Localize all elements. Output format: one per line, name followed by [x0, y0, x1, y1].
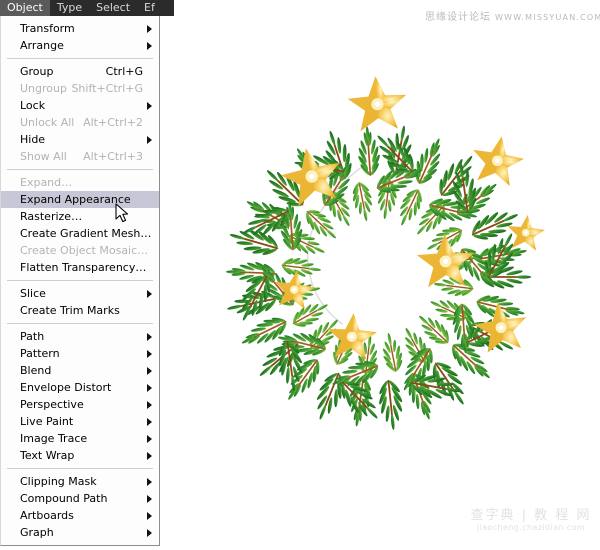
submenu-arrow-icon — [147, 528, 152, 537]
menu-separator — [7, 58, 153, 59]
submenu-arrow-icon — [147, 434, 152, 443]
menu-item-label: Lock — [20, 99, 46, 112]
star-upper-right — [468, 132, 527, 188]
menu-item-label: Group — [20, 65, 54, 78]
menu-item-label: Blend — [20, 364, 52, 377]
star-top — [346, 74, 409, 132]
menu-item-shortcut: Alt+Ctrl+3 — [83, 150, 143, 163]
menu-item-expand: Expand… — [1, 174, 159, 191]
menu-item-artboards[interactable]: Artboards — [1, 507, 159, 524]
menu-item-label: Live Paint — [20, 415, 74, 428]
menu-item-label: Slice — [20, 287, 46, 300]
menu-item-text-wrap[interactable]: Text Wrap — [1, 447, 159, 464]
menu-item-create-gradient-mesh[interactable]: Create Gradient Mesh… — [1, 225, 159, 242]
submenu-arrow-icon — [147, 511, 152, 520]
menu-item-image-trace[interactable]: Image Trace — [1, 430, 159, 447]
menu-item-flatten-transparency[interactable]: Flatten Transparency… — [1, 259, 159, 276]
menu-item-transform[interactable]: Transform — [1, 20, 159, 37]
menu-item-label: Arrange — [20, 39, 64, 52]
menu-item-label: Path — [20, 330, 45, 343]
watermark-bottom-cn: 查字典 | 教 程 网 — [470, 508, 592, 523]
menu-item-label: Show All — [20, 150, 67, 163]
menu-item-label: Clipping Mask — [20, 475, 97, 488]
menu-separator — [7, 468, 153, 469]
menubar-item-type[interactable]: Type — [50, 0, 89, 16]
menu-item-shortcut: Ctrl+G — [105, 65, 143, 78]
submenu-arrow-icon — [147, 417, 152, 426]
illustrator-window: 思缘设计论坛 WWW.MISSYUAN.COM 查字典 | 教 程 网 jiaoc… — [0, 0, 600, 550]
submenu-arrow-icon — [147, 101, 152, 110]
menu-item-label: Image Trace — [20, 432, 88, 445]
menu-item-label: Hide — [20, 133, 46, 146]
christmas-wreath-artwork[interactable] — [155, 12, 600, 542]
menu-item-create-object-mosaic: Create Object Mosaic… — [1, 242, 159, 259]
watermark-top: 思缘设计论坛 WWW.MISSYUAN.COM — [425, 8, 600, 23]
menu-item-label: Expand… — [20, 176, 73, 189]
submenu-arrow-icon — [147, 383, 152, 392]
object-menu-dropdown[interactable]: Transform Arrange Group Ctrl+G Ungroup S… — [0, 16, 160, 546]
menu-item-clipping-mask[interactable]: Clipping Mask — [1, 473, 159, 490]
menu-item-label: Create Gradient Mesh… — [20, 227, 152, 240]
menu-item-compound-path[interactable]: Compound Path — [1, 490, 159, 507]
menu-item-label: Create Object Mosaic… — [20, 244, 149, 257]
menu-item-arrange[interactable]: Arrange — [1, 37, 159, 54]
menu-item-label: Create Trim Marks — [20, 304, 120, 317]
menu-item-blend[interactable]: Blend — [1, 362, 159, 379]
menu-item-live-paint[interactable]: Live Paint — [1, 413, 159, 430]
menu-separator — [7, 323, 153, 324]
submenu-arrow-icon — [147, 349, 152, 358]
submenu-arrow-icon — [147, 135, 152, 144]
menu-item-rasterize[interactable]: Rasterize… — [1, 208, 159, 225]
menu-item-label: Transform — [20, 22, 75, 35]
menu-item-create-trim-marks[interactable]: Create Trim Marks — [1, 302, 159, 319]
menu-item-label: Ungroup — [20, 82, 67, 95]
menu-item-label: Unlock All — [20, 116, 75, 129]
application-menu-bar[interactable]: Object Type Select Ef — [0, 0, 174, 16]
submenu-arrow-icon — [147, 477, 152, 486]
menu-item-envelope-distort[interactable]: Envelope Distort — [1, 379, 159, 396]
menu-item-lock[interactable]: Lock — [1, 97, 159, 114]
menu-item-pattern[interactable]: Pattern — [1, 345, 159, 362]
menu-item-show-all: Show All Alt+Ctrl+3 — [1, 148, 159, 165]
submenu-arrow-icon — [147, 366, 152, 375]
submenu-arrow-icon — [147, 451, 152, 460]
menu-item-path[interactable]: Path — [1, 328, 159, 345]
menu-item-label: Perspective — [20, 398, 84, 411]
menu-item-label: Compound Path — [20, 492, 108, 505]
menu-item-expand-appearance[interactable]: Expand Appearance — [1, 191, 159, 208]
watermark-bottom-url: jiaocheng.chazidian.com — [476, 523, 586, 532]
submenu-arrow-icon — [147, 494, 152, 503]
watermark-bottom: 查字典 | 教 程 网 jiaocheng.chazidian.com — [468, 508, 594, 533]
submenu-arrow-icon — [147, 24, 152, 33]
menu-item-graph[interactable]: Graph — [1, 524, 159, 541]
menu-separator — [7, 169, 153, 170]
menu-item-slice[interactable]: Slice — [1, 285, 159, 302]
menu-item-label: Flatten Transparency… — [20, 261, 147, 274]
submenu-arrow-icon — [147, 332, 152, 341]
submenu-arrow-icon — [147, 41, 152, 50]
menu-item-label: Rasterize… — [20, 210, 83, 223]
menu-item-unlock-all: Unlock All Alt+Ctrl+2 — [1, 114, 159, 131]
menu-item-label: Expand Appearance — [20, 193, 131, 206]
watermark-top-cn: 思缘设计论坛 — [425, 12, 491, 23]
menu-item-perspective[interactable]: Perspective — [1, 396, 159, 413]
menubar-item-object[interactable]: Object — [0, 0, 50, 16]
submenu-arrow-icon — [147, 289, 152, 298]
menu-item-label: Pattern — [20, 347, 60, 360]
menu-item-label: Text Wrap — [20, 449, 75, 462]
submenu-arrow-icon — [147, 400, 152, 409]
menu-item-ungroup: Ungroup Shift+Ctrl+G — [1, 80, 159, 97]
menu-item-shortcut: Alt+Ctrl+2 — [83, 116, 143, 129]
menu-separator — [7, 280, 153, 281]
menubar-item-select[interactable]: Select — [89, 0, 137, 16]
menu-item-shortcut: Shift+Ctrl+G — [71, 82, 143, 95]
menu-item-group[interactable]: Group Ctrl+G — [1, 63, 159, 80]
watermark-top-url: WWW.MISSYUAN.COM — [495, 13, 600, 22]
menu-item-label: Envelope Distort — [20, 381, 112, 394]
menu-item-hide[interactable]: Hide — [1, 131, 159, 148]
menubar-item-effect[interactable]: Ef — [137, 0, 162, 16]
menu-item-label: Graph — [20, 526, 54, 539]
menu-item-label: Artboards — [20, 509, 74, 522]
